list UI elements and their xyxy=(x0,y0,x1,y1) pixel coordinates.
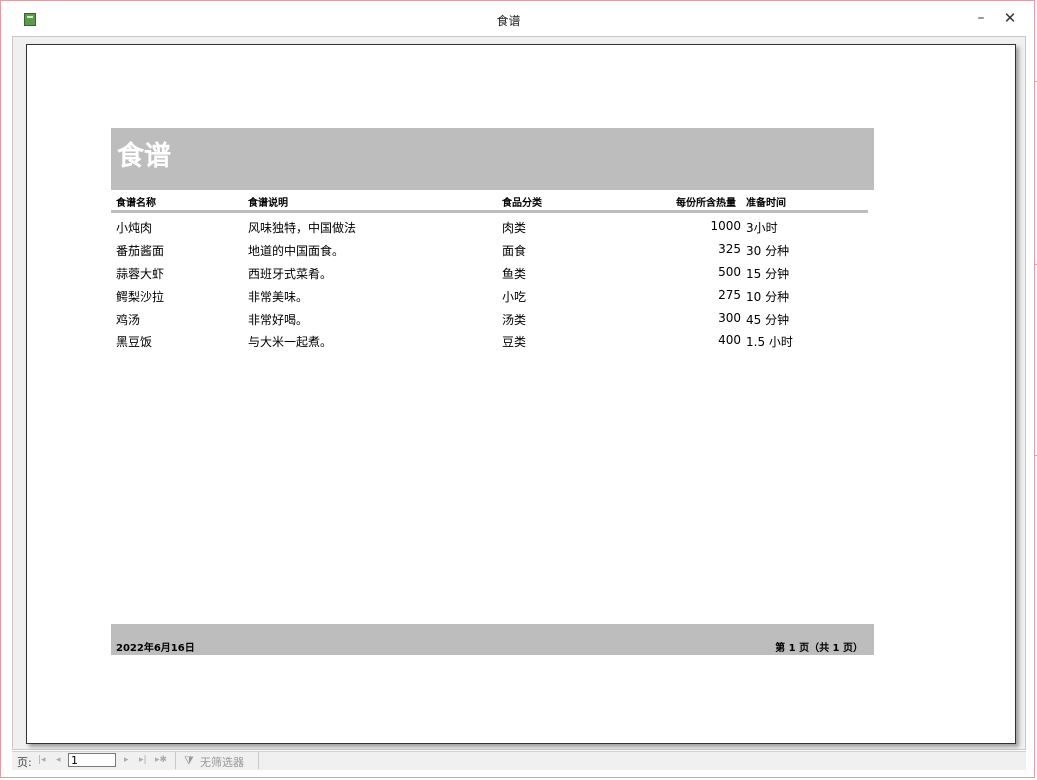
cell-time: 1.5 小时 xyxy=(746,335,793,349)
cell-desc: 西班牙式菜肴。 xyxy=(248,267,333,281)
cell-category: 豆类 xyxy=(502,335,527,349)
next-page-button[interactable]: ▸ xyxy=(124,755,129,765)
table-row: 番茄酱面 地道的中国面食。 面食 325 30 分种 xyxy=(27,242,1015,264)
filter-status-button[interactable]: 无筛选器 xyxy=(200,754,244,770)
prev-page-button[interactable]: ◂ xyxy=(56,755,61,765)
report-window: 食谱 – ✕ 食谱 食谱名称 食谱说明 食品分类 每份所含热量 准备时间 小炖肉… xyxy=(0,0,1037,778)
report-header-band: 食谱 xyxy=(111,128,874,190)
filter-icon: ⧩ xyxy=(184,754,194,767)
cell-desc: 风味独特，中国做法 xyxy=(248,221,357,235)
page-number-input[interactable] xyxy=(68,753,116,767)
column-header-calories: 每份所含热量 xyxy=(676,198,736,209)
cell-time: 10 分种 xyxy=(746,290,790,304)
report-viewport[interactable]: 食谱 食谱名称 食谱说明 食品分类 每份所含热量 准备时间 小炖肉 风味独特，中… xyxy=(12,36,1026,750)
report-title: 食谱 xyxy=(117,141,171,172)
cell-category: 小吃 xyxy=(502,290,527,304)
statusbar-divider xyxy=(175,752,176,769)
record-navigation-bar: 页: |◂ ◂ ▸ ▸| ▸✱ ⧩ 无筛选器 xyxy=(12,751,1026,770)
cell-time: 45 分钟 xyxy=(746,313,790,327)
cell-desc: 地道的中国面食。 xyxy=(248,244,345,258)
column-header-category: 食品分类 xyxy=(502,198,542,209)
page-label: 页: xyxy=(17,756,32,769)
cell-time: 15 分钟 xyxy=(746,267,790,281)
cell-calories: 400 xyxy=(718,333,741,347)
cell-calories: 275 xyxy=(718,288,741,302)
column-header-time: 准备时间 xyxy=(746,198,786,209)
cell-time: 30 分种 xyxy=(746,244,790,258)
title-bar: 食谱 – ✕ xyxy=(1,1,1036,35)
footer-date: 2022年6月16日 xyxy=(116,643,195,654)
cell-category: 面食 xyxy=(502,244,527,258)
statusbar-divider xyxy=(258,752,259,769)
table-row: 蒜蓉大虾 西班牙式菜肴。 鱼类 500 15 分钟 xyxy=(27,265,1015,287)
table-row: 小炖肉 风味独特，中国做法 肉类 1000 3小时 xyxy=(27,219,1015,241)
cell-calories: 1000 xyxy=(710,219,741,233)
minimize-icon[interactable]: – xyxy=(970,7,992,29)
column-header-name: 食谱名称 xyxy=(116,198,156,209)
cell-desc: 与大米一起煮。 xyxy=(248,335,333,349)
header-divider xyxy=(111,210,868,213)
cell-calories: 325 xyxy=(718,242,741,256)
first-page-button[interactable]: |◂ xyxy=(38,755,46,765)
last-page-button[interactable]: ▸| xyxy=(139,755,147,765)
cell-time: 3小时 xyxy=(746,221,778,235)
cell-calories: 500 xyxy=(718,265,741,279)
cell-category: 鱼类 xyxy=(502,267,527,281)
report-footer-band: 2022年6月16日 第 1 页（共 1 页） xyxy=(111,624,874,655)
cell-name: 小炖肉 xyxy=(116,221,153,235)
cell-name: 番茄酱面 xyxy=(116,244,165,258)
column-header-desc: 食谱说明 xyxy=(248,198,288,209)
table-row: 鸡汤 非常好喝。 汤类 300 45 分钟 xyxy=(27,311,1015,333)
cell-desc: 非常美味。 xyxy=(248,290,309,304)
cell-name: 蒜蓉大虾 xyxy=(116,267,165,281)
close-icon[interactable]: ✕ xyxy=(999,7,1021,29)
cell-name: 鸡汤 xyxy=(116,313,141,327)
cell-name: 鳄梨沙拉 xyxy=(116,290,165,304)
footer-page-number: 第 1 页（共 1 页） xyxy=(775,643,863,654)
table-row: 鳄梨沙拉 非常美味。 小吃 275 10 分种 xyxy=(27,288,1015,310)
cell-category: 汤类 xyxy=(502,313,527,327)
cell-desc: 非常好喝。 xyxy=(248,313,309,327)
window-title: 食谱 xyxy=(496,14,521,28)
new-record-button[interactable]: ▸✱ xyxy=(155,755,167,765)
table-row: 黑豆饭 与大米一起煮。 豆类 400 1.5 小时 xyxy=(27,333,1015,355)
report-page: 食谱 食谱名称 食谱说明 食品分类 每份所含热量 准备时间 小炖肉 风味独特，中… xyxy=(26,44,1016,744)
cell-calories: 300 xyxy=(718,311,741,325)
cell-category: 肉类 xyxy=(502,221,527,235)
cell-name: 黑豆饭 xyxy=(116,335,153,349)
